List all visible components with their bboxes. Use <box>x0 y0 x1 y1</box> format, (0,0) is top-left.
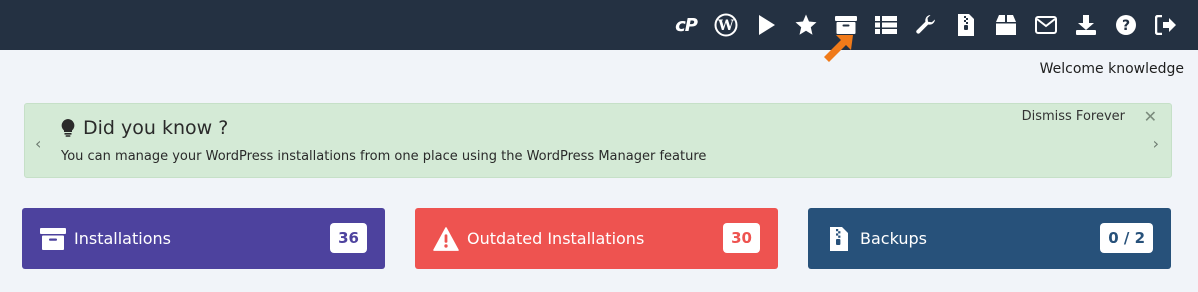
welcome-text: Welcome knowledge <box>1039 61 1184 77</box>
zip-file-icon <box>826 226 852 252</box>
wordpress-icon[interactable]: W <box>706 0 746 50</box>
play-icon[interactable] <box>746 0 786 50</box>
backups-count-badge: 0 / 2 <box>1100 223 1153 253</box>
box-icon[interactable] <box>986 0 1026 50</box>
close-icon[interactable]: ✕ <box>1144 107 1157 126</box>
archive-icon <box>40 226 66 252</box>
list-icon[interactable] <box>866 0 906 50</box>
installations-card[interactable]: Installations 36 <box>22 208 385 269</box>
outdated-count-badge: 30 <box>723 223 760 253</box>
svg-text:W: W <box>717 18 734 34</box>
lightbulb-icon <box>61 119 75 137</box>
download-icon[interactable] <box>1066 0 1106 50</box>
top-toolbar: cP W ? <box>0 0 1198 50</box>
installations-count-badge: 36 <box>330 223 367 253</box>
wrench-icon[interactable] <box>906 0 946 50</box>
backups-label: Backups <box>860 229 927 248</box>
warning-icon <box>433 226 459 252</box>
outdated-installations-card[interactable]: Outdated Installations 30 <box>415 208 778 269</box>
notice-message: You can manage your WordPress installati… <box>61 149 707 164</box>
outdated-installations-label: Outdated Installations <box>467 229 645 248</box>
logout-icon[interactable] <box>1146 0 1186 50</box>
cpanel-icon[interactable]: cP <box>666 0 706 50</box>
orange-pointer-arrow <box>824 35 853 62</box>
backups-card[interactable]: Backups 0 / 2 <box>808 208 1171 269</box>
notice-title: Did you know ? <box>61 117 228 139</box>
notice-prev-button[interactable]: ‹ <box>35 134 41 153</box>
installations-label: Installations <box>74 229 171 248</box>
notice-title-text: Did you know ? <box>83 117 229 139</box>
svg-text:?: ? <box>1122 18 1130 34</box>
help-icon[interactable]: ? <box>1106 0 1146 50</box>
dismiss-forever-link[interactable]: Dismiss Forever <box>1022 109 1125 124</box>
zip-file-icon[interactable] <box>946 0 986 50</box>
notice-next-button[interactable]: › <box>1153 134 1159 153</box>
envelope-icon[interactable] <box>1026 0 1066 50</box>
did-you-know-notice: ‹ Did you know ? You can manage your Wor… <box>24 103 1172 178</box>
